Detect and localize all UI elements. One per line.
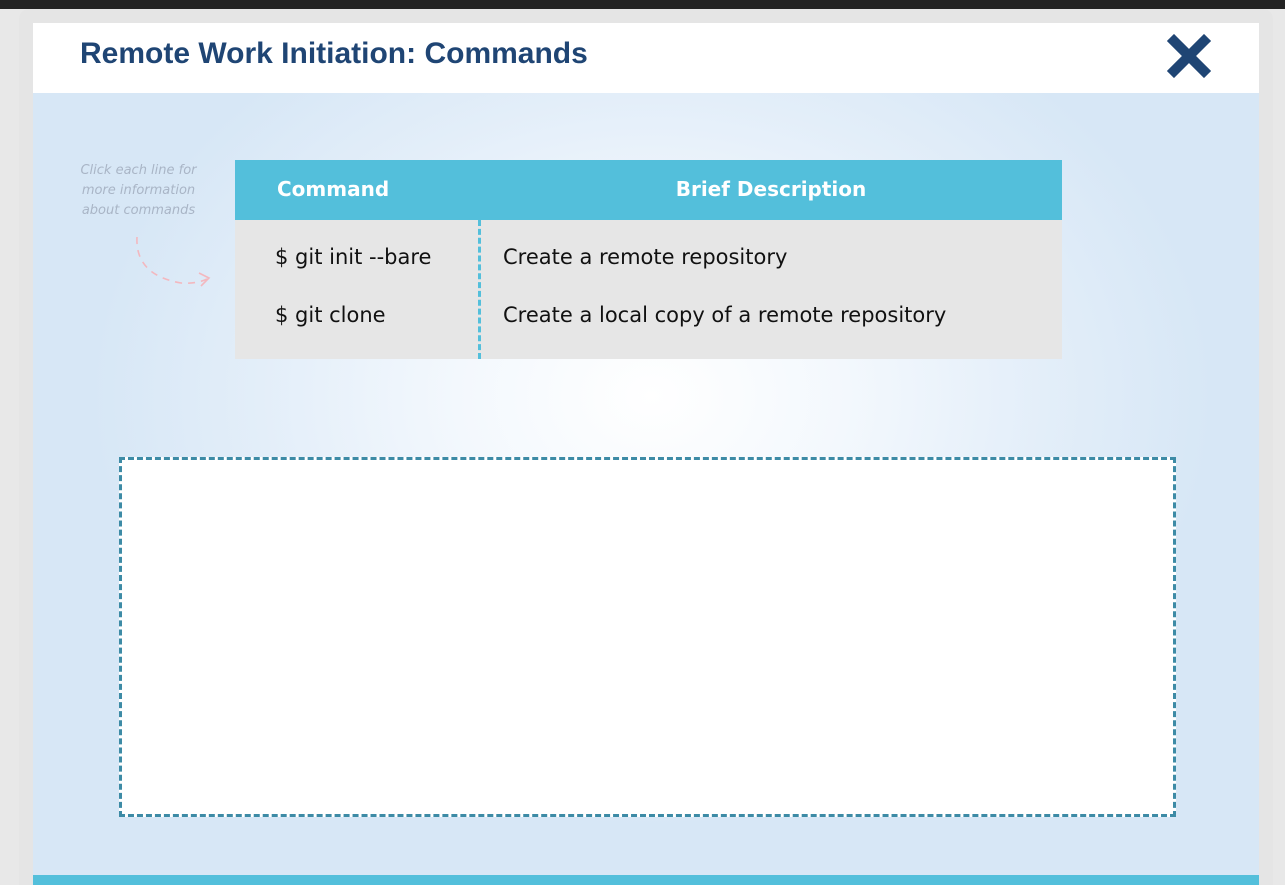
description-cell: Create a local copy of a remote reposito… [503, 303, 947, 327]
footer-bar [33, 875, 1259, 885]
modal-dialog: Remote Work Initiation: Commands Click e… [33, 23, 1259, 885]
instruction-hint: Click each line for more information abo… [80, 163, 197, 218]
table-header: Command Brief Description [235, 160, 1062, 220]
command-cell: $ git clone [275, 303, 386, 327]
dashed-curved-arrow-icon [136, 236, 211, 287]
table-row-git-init-bare[interactable]: $ git init --bare Create a remote reposi… [235, 230, 1062, 286]
close-button[interactable] [1166, 33, 1212, 79]
page-title: Remote Work Initiation: Commands [80, 37, 588, 70]
table-row-git-clone[interactable]: $ git clone Create a local copy of a rem… [235, 288, 1062, 344]
top-bar [0, 0, 1285, 9]
close-x-icon [1166, 33, 1212, 79]
command-cell: $ git init --bare [275, 245, 432, 269]
column-header-command: Command [277, 177, 390, 201]
column-header-description: Brief Description [675, 177, 867, 201]
modal-header: Remote Work Initiation: Commands [33, 23, 1259, 93]
commands-table: Command Brief Description $ git init --b… [235, 160, 1062, 360]
table-body: $ git init --bare Create a remote reposi… [235, 220, 1062, 359]
description-cell: Create a remote repository [503, 245, 788, 269]
command-info-panel [119, 457, 1176, 817]
